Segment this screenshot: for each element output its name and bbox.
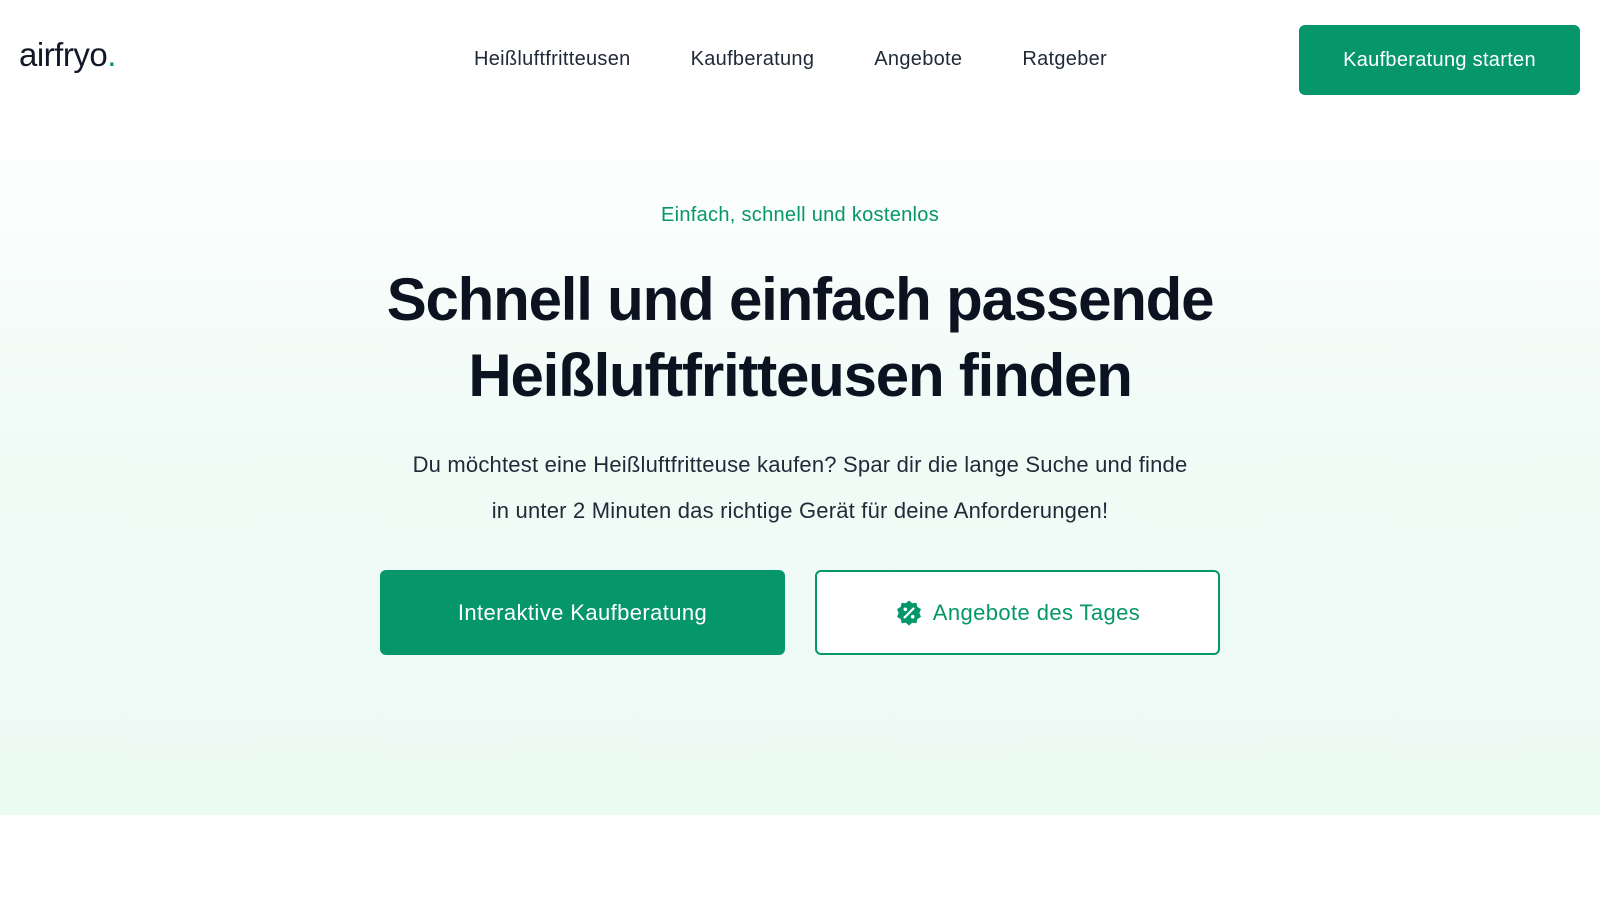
interactive-buying-guide-button[interactable]: Interaktive Kaufberatung [380, 570, 785, 655]
hero-subtext: Du möchtest eine Heißluftfritteuse kaufe… [380, 442, 1220, 534]
nav-item-heissluftfritteusen[interactable]: Heißluftfritteusen [474, 48, 631, 71]
daily-deals-label: Angebote des Tages [932, 599, 1141, 625]
hero-headline-line-1: Schnell und einfach passende [386, 266, 1215, 333]
nav-item-ratgeber[interactable]: Ratgeber [1022, 48, 1107, 71]
site-header: airfryo. Heißluftfritteusen Kaufberatung… [0, 0, 1600, 122]
main-nav: Heißluftfritteusen Kaufberatung Angebote… [474, 48, 1107, 71]
hero-headline-line-2: Heißluftfritteusen finden [468, 342, 1133, 409]
hero-subtext-line-1: Du möchtest eine Heißluftfritteuse kaufe… [412, 452, 1188, 477]
logo[interactable]: airfryo. [19, 36, 116, 74]
hero-headline: Schnell und einfach passende Heißluftfri… [0, 262, 1600, 414]
logo-text: airfryo [19, 36, 108, 73]
hero-section: Einfach, schnell und kostenlos Schnell u… [0, 122, 1600, 815]
nav-item-angebote[interactable]: Angebote [874, 48, 962, 71]
start-buying-guide-button[interactable]: Kaufberatung starten [1299, 25, 1580, 95]
daily-deals-button[interactable]: Angebote des Tages [815, 570, 1220, 655]
logo-dot: . [107, 36, 116, 73]
nav-item-kaufberatung[interactable]: Kaufberatung [691, 48, 815, 71]
hero-subtext-line-2: in unter 2 Minuten das richtige Gerät fü… [491, 498, 1109, 523]
discount-badge-icon [895, 599, 923, 627]
hero-eyebrow: Einfach, schnell und kostenlos [660, 204, 940, 226]
